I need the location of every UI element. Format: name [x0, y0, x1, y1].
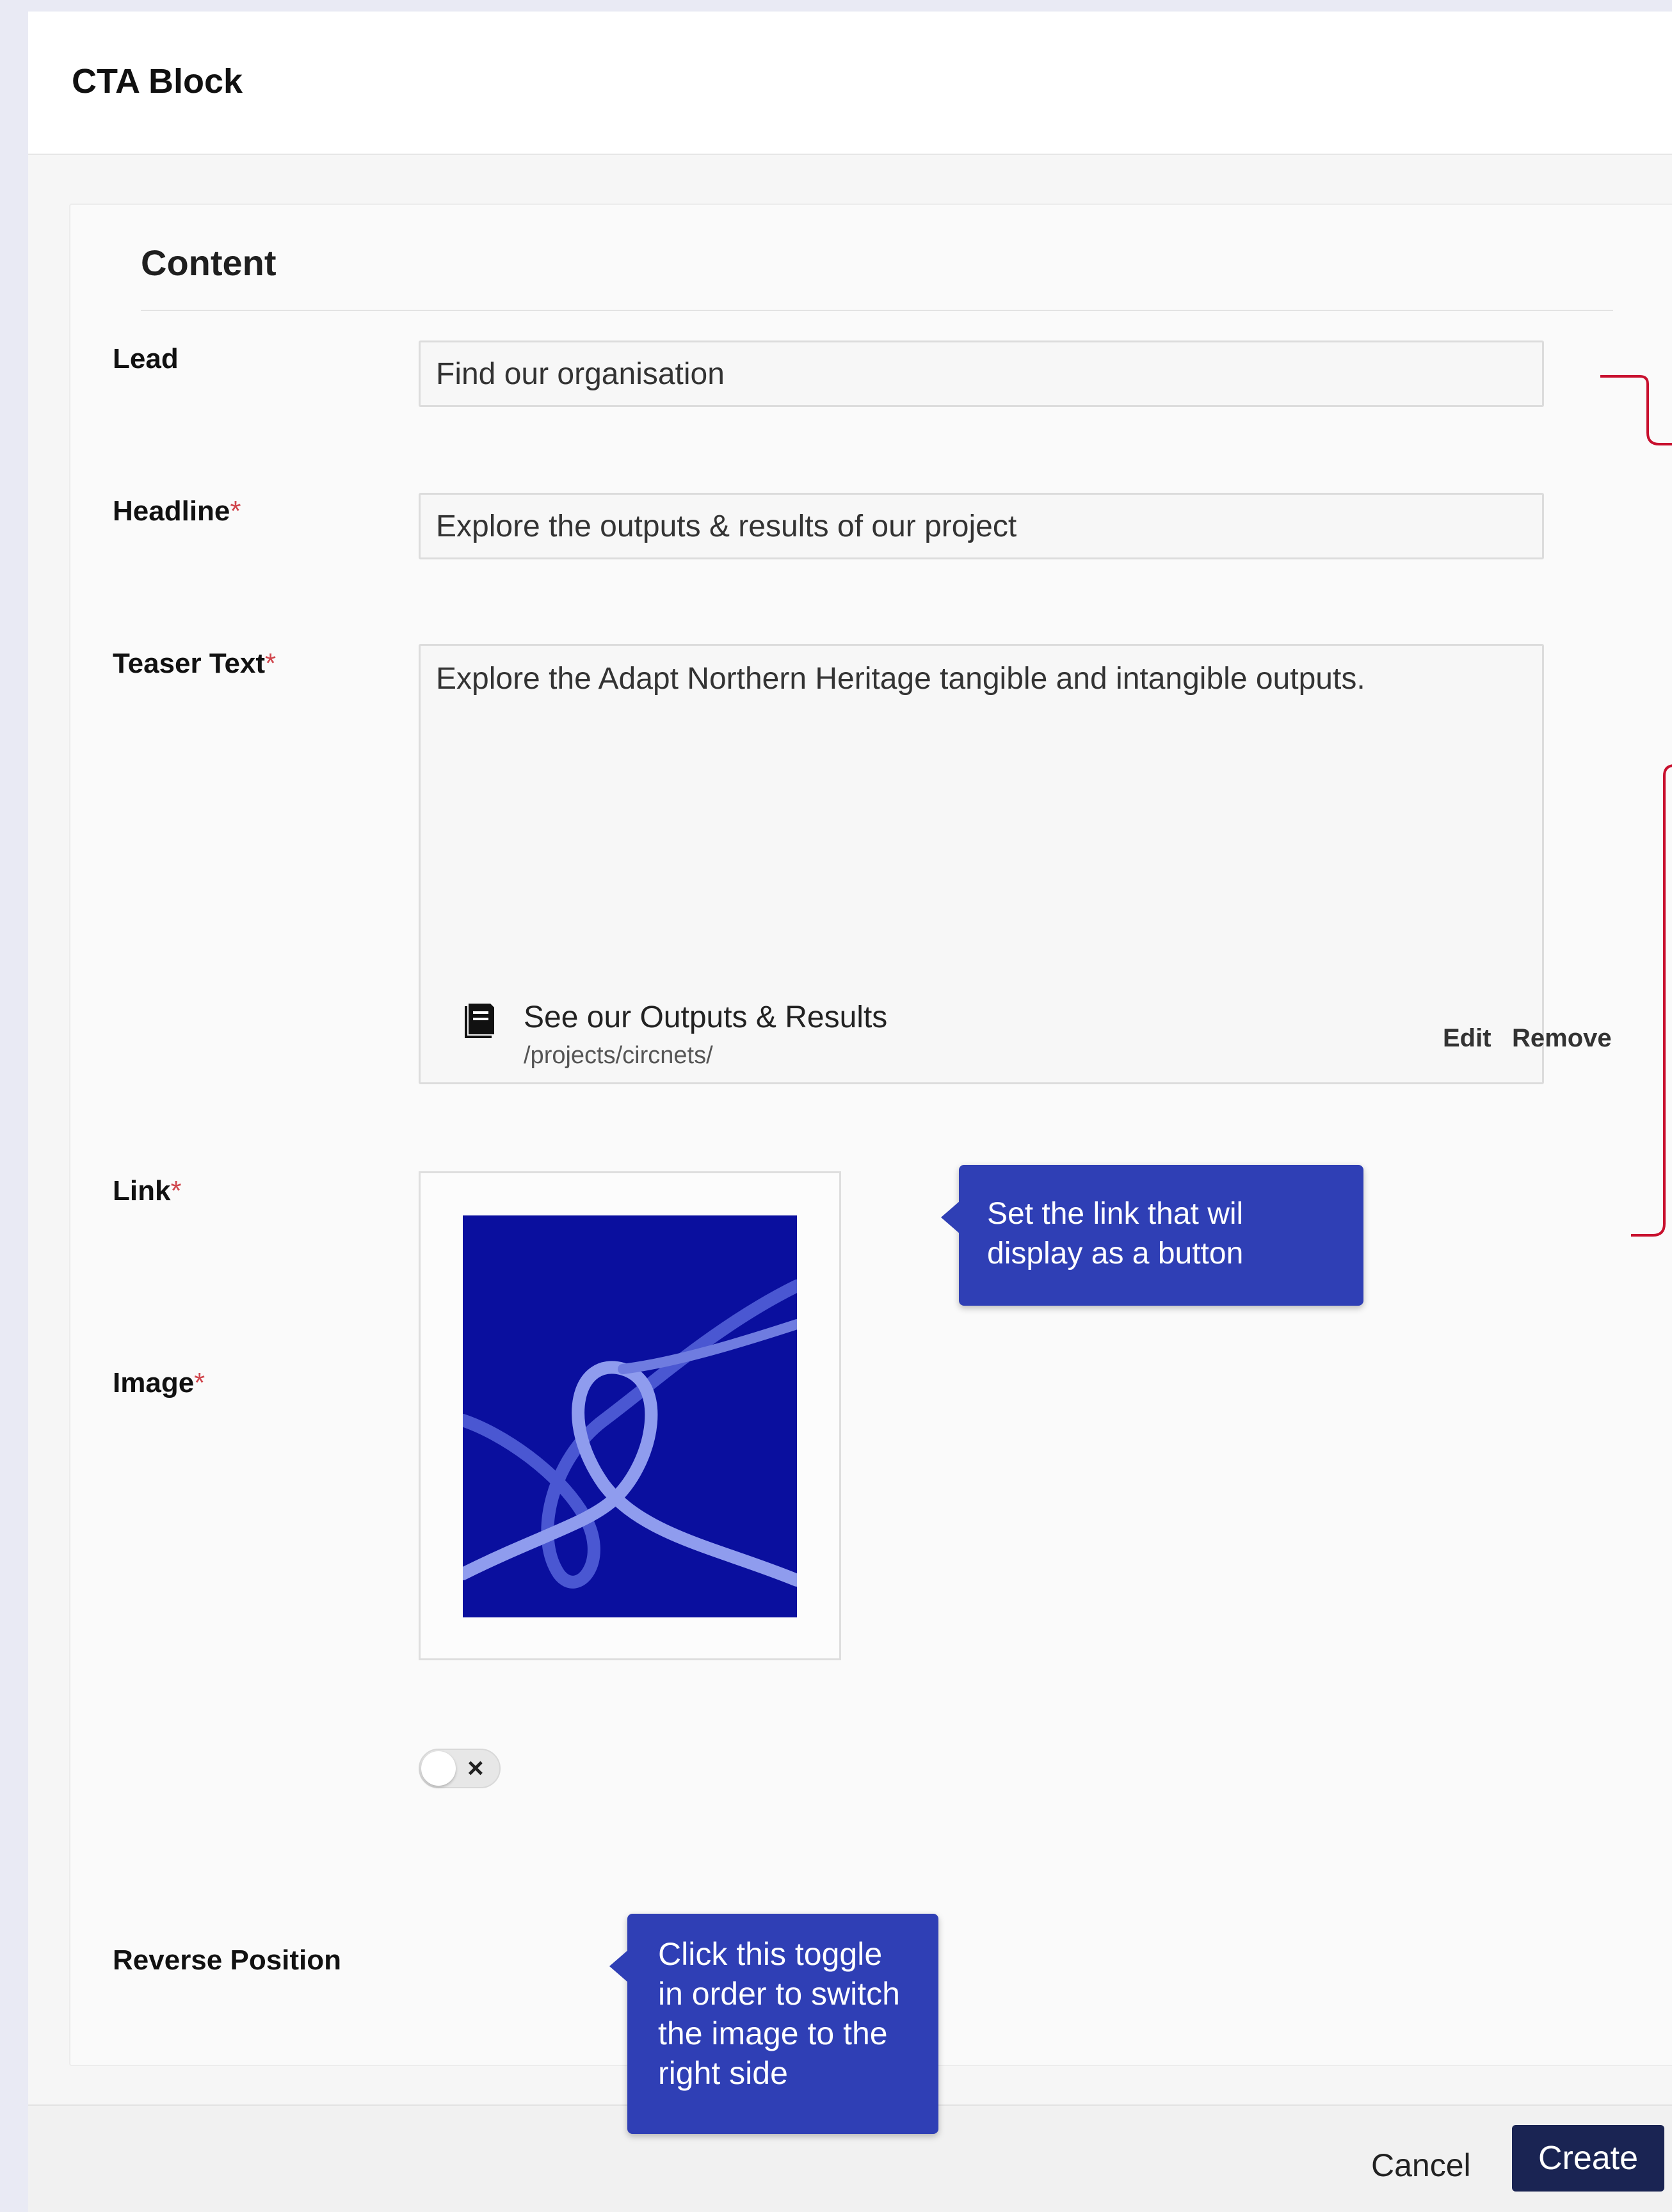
annotation-bracket	[1600, 375, 1672, 1237]
